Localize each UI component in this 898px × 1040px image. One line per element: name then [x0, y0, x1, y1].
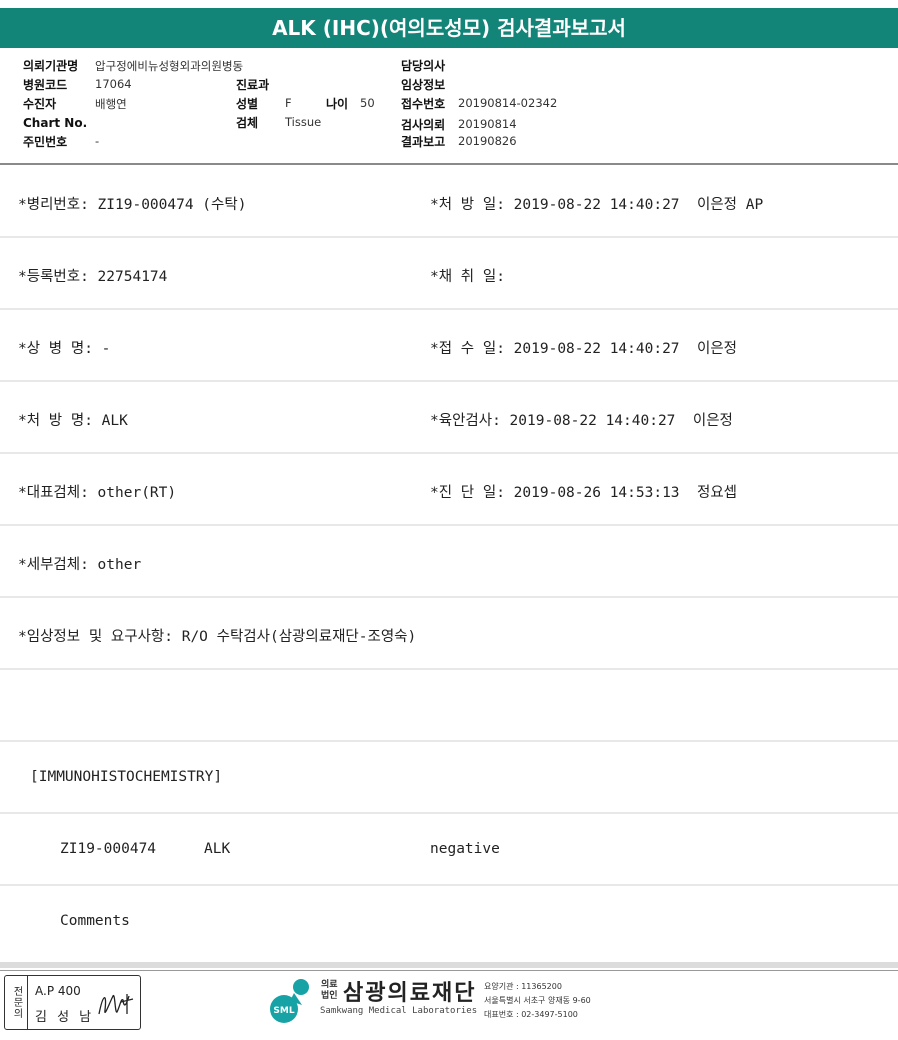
org-address: 서울특별시 서초구 양재동 9-60: [484, 996, 591, 1005]
result-marker: ALK: [204, 841, 231, 857]
request-label: 검사의뢰: [401, 118, 446, 132]
report-body: *병리번호: ZI19-000474 (수탁) *처 방 일: 2019-08-…: [0, 166, 898, 956]
header-divider: [0, 163, 898, 165]
collection-date: *채 취 일:: [430, 269, 505, 285]
dept-label: 진료과: [236, 78, 270, 92]
org-code: 요양기관 : 11365200: [484, 982, 562, 991]
hospital-code-value: 17064: [95, 77, 132, 91]
registration-no: *등록번호: 22754174: [18, 269, 168, 285]
specimen-value: Tissue: [285, 115, 322, 129]
org-english-name: Samkwang Medical Laboratories: [320, 1006, 478, 1016]
comments: Comments: [60, 913, 130, 929]
institution-label: 의뢰기관명: [23, 59, 79, 73]
gross-exam: *육안검사: 2019-08-22 14:40:27 이은정: [430, 413, 733, 429]
sex-label: 성별: [236, 97, 259, 111]
report-header: 의뢰기관명 압구정에비뉴성형외과의원병동 병원코드 17064 수진자 배행연 …: [0, 55, 898, 155]
stamp-ap: A.P 400: [35, 984, 81, 998]
doctor-label: 담당의사: [401, 59, 446, 73]
receipt-no-value: 20190814-02342: [458, 96, 558, 110]
age-label: 나이: [326, 97, 349, 111]
empty-row: [0, 670, 898, 742]
org-info: 요양기관 : 11365200 서울특별시 서초구 양재동 9-60 대표번호 …: [484, 980, 591, 1022]
report-row: *등록번호: 22754174 *채 취 일:: [0, 238, 898, 310]
pathologist-stamp: 전문의 A.P 400 김 성 남: [4, 975, 141, 1030]
report-row: *병리번호: ZI19-000474 (수탁) *처 방 일: 2019-08-…: [0, 166, 898, 238]
prescription-date: *처 방 일: 2019-08-22 14:40:27 이은정 AP: [430, 197, 764, 213]
specimen-label: 검체: [236, 116, 259, 130]
report-row: *상 병 명: - *접 수 일: 2019-08-22 14:40:27 이은…: [0, 310, 898, 382]
ihc-section-header: [IMMUNOHISTOCHEMISTRY]: [30, 769, 223, 785]
report-label: 결과보고: [401, 135, 446, 149]
request-value: 20190814: [458, 117, 517, 131]
result-id: ZI19-000474: [60, 841, 157, 857]
examinee-label: 수진자: [23, 97, 57, 111]
receipt-no-label: 접수번호: [401, 97, 446, 111]
institution-value: 압구정에비뉴성형외과의원병동: [95, 59, 244, 73]
receipt-date: *접 수 일: 2019-08-22 14:40:27 이은정: [430, 341, 738, 357]
result-value: negative: [430, 841, 500, 857]
result-row: ZI19-000474 ALK negative: [0, 814, 898, 886]
diagnosis-date: *진 단 일: 2019-08-26 14:53:13 정요셉: [430, 485, 738, 501]
resident-no-value: -: [95, 134, 100, 148]
stamp-side: 전문의: [5, 976, 28, 1029]
detail-specimen: *세부검체: other: [18, 557, 142, 573]
disease-name: *상 병 명: -: [18, 341, 111, 357]
report-value: 20190826: [458, 134, 517, 148]
main-specimen: *대표검체: other(RT): [18, 485, 177, 501]
prescription-name: *처 방 명: ALK: [18, 413, 128, 429]
report-row: *처 방 명: ALK *육안검사: 2019-08-22 14:40:27 이…: [0, 382, 898, 454]
org-type: 의료 법인: [321, 980, 338, 1001]
signature-image: [98, 994, 134, 1015]
pathology-no: *병리번호: ZI19-000474 (수탁): [18, 197, 247, 213]
report-row: [IMMUNOHISTOCHEMISTRY]: [0, 742, 898, 814]
sex-value: F: [285, 96, 292, 110]
resident-no-label: 주민번호: [23, 135, 68, 149]
report-row: *세부검체: other: [0, 526, 898, 598]
hospital-code-label: 병원코드: [23, 78, 68, 92]
age-value: 50: [360, 96, 375, 110]
report-title: ALK (IHC)(여의도성모) 검사결과보고서: [0, 8, 898, 48]
chart-no-label: Chart No.: [23, 116, 88, 130]
logo-text: SML: [273, 1006, 294, 1016]
report-row: *임상정보 및 요구사항: R/O 수탁검사(삼광의료재단-조영숙): [0, 598, 898, 670]
org-name: 삼광의료재단: [343, 981, 477, 1006]
footer-divider: [0, 962, 898, 968]
stamp-name: 김 성 남: [35, 1010, 95, 1025]
org-phone: 대표번호 : 02-3497-5100: [484, 1010, 578, 1019]
report-row: Comments: [0, 886, 898, 956]
report-row: *대표검체: other(RT) *진 단 일: 2019-08-26 14:5…: [0, 454, 898, 526]
clinical-request: *임상정보 및 요구사항: R/O 수탁검사(삼광의료재단-조영숙): [18, 629, 417, 645]
sml-logo: SML: [270, 979, 309, 1023]
examinee-value: 배행연: [95, 97, 127, 111]
footer-divider-line: [0, 970, 898, 971]
clinical-info-label: 임상정보: [401, 78, 446, 92]
